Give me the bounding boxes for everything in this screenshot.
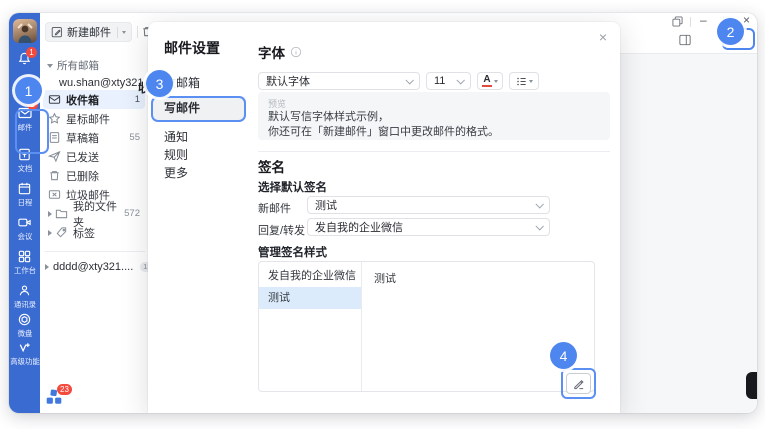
chevron-down-icon	[535, 200, 543, 208]
secondary-account[interactable]: dddd@xty321.... 135	[45, 251, 145, 273]
new-mail-signature-select[interactable]: 测试	[307, 196, 550, 214]
compose-label: 新建邮件	[67, 24, 111, 40]
layout-columns-icon[interactable]	[679, 34, 691, 46]
annotation-step-1: 1	[15, 77, 42, 104]
font-color-button[interactable]: A	[477, 72, 503, 90]
mailbox-group-all[interactable]: 所有邮箱	[47, 58, 99, 73]
font-family-select[interactable]: 默认字体	[258, 72, 420, 90]
manage-signature-title: 管理签名样式	[258, 244, 327, 260]
font-preview-box: 预览 默认写信字体样式示例， 你还可在「新建邮件」窗口中更改邮件的格式。	[258, 92, 610, 140]
color-bar	[482, 85, 492, 88]
sidebar-item-workbench[interactable]: 工作台	[9, 249, 40, 275]
choose-signature-title: 选择默认签名	[258, 179, 327, 195]
preview-line-1: 默认写信字体样式示例，	[268, 110, 600, 125]
font-section-title: 字体	[258, 42, 302, 62]
numbered-list-icon	[516, 76, 527, 87]
sidebar-item-label: 邮件	[17, 123, 32, 131]
sidebar-item-meeting[interactable]: 会议	[9, 215, 40, 241]
sidebar-item-label: 工作台	[13, 266, 35, 274]
modal-title: 邮件设置	[164, 38, 220, 58]
caret-right-icon	[48, 230, 52, 236]
chevron-down-icon	[456, 76, 464, 84]
preview-label: 预览	[268, 97, 600, 110]
section-divider	[258, 151, 610, 152]
titlebar-separator	[690, 17, 691, 27]
edit-signature-button[interactable]	[566, 373, 591, 394]
list-format-button[interactable]	[509, 72, 539, 90]
signature-preview-text: 测试	[374, 270, 396, 286]
nav-item-more[interactable]: 更多	[152, 164, 246, 182]
nav-item-compose[interactable]: 写邮件	[152, 96, 246, 120]
sidebar-item-contacts[interactable]: 通讯录	[9, 283, 40, 309]
signature-style-item-selected[interactable]: 测试	[259, 287, 361, 309]
compose-divider	[117, 27, 118, 38]
chevron-down-icon	[494, 80, 498, 83]
annotation-step-4: 4	[550, 342, 577, 369]
folder-row-myfolders[interactable]: 我的文件夹 572	[43, 204, 145, 223]
caret-down-icon	[47, 64, 53, 68]
toolbar-separator	[137, 26, 138, 38]
chevron-down-icon	[529, 80, 533, 83]
app-window: – □ × ··· 1 邮件 2 文档 日程 会议	[9, 13, 757, 413]
font-controls: 默认字体 11 A	[258, 72, 539, 90]
signature-section-title: 签名	[258, 156, 285, 176]
sidebar-item-docs[interactable]: 文档	[9, 147, 40, 173]
sidebar-item-label: 高级功能	[10, 357, 39, 365]
mail-folders-panel: 新建邮件 所有邮箱 wu.shan@xty321.... 收件箱 1 星标邮件	[40, 13, 148, 413]
nav-item-rules[interactable]: 规则	[152, 146, 246, 164]
folder-row-tags[interactable]: 标签	[43, 223, 145, 242]
close-window-button[interactable]: ×	[743, 13, 750, 29]
reply-signature-select[interactable]: 发自我的企业微信	[307, 218, 550, 236]
sidebar-item-label: 微盘	[17, 329, 32, 337]
avatar[interactable]	[13, 19, 37, 43]
edge-widget	[746, 372, 757, 399]
chevron-down-icon	[405, 76, 413, 84]
modal-close-icon[interactable]: ×	[594, 28, 612, 46]
reply-forward-label: 回复/转发	[258, 222, 305, 238]
annotation-step-3: 3	[146, 70, 173, 97]
info-icon[interactable]	[290, 46, 302, 58]
apps-badge: 23	[57, 384, 72, 395]
compose-button[interactable]: 新建邮件	[45, 22, 132, 42]
nav-item-notifications[interactable]: 通知	[152, 128, 246, 146]
font-size-select[interactable]: 11	[426, 72, 471, 90]
sidebar-item-label: 文档	[17, 164, 32, 172]
annotation-step-2: 2	[717, 18, 744, 45]
pencil-icon	[572, 377, 585, 390]
mail-settings-modal: 邮件设置 × 收邮箱 写邮件 通知 规则 更多 3 字体 默认字体 11	[148, 22, 620, 413]
chevron-down-icon	[535, 222, 543, 230]
minimize-button[interactable]: –	[700, 13, 707, 29]
signature-style-list: 发自我的企业微信 测试	[259, 262, 362, 391]
sidebar-item-label: 日程	[17, 198, 32, 206]
reading-pane	[609, 53, 757, 413]
new-mail-label: 新邮件	[258, 200, 291, 216]
folder-row-drafts[interactable]: 草稿箱 55	[43, 128, 145, 147]
folder-row-sent[interactable]: 已发送	[43, 147, 145, 166]
restore-window-icon[interactable]	[672, 16, 683, 32]
sidebar-item-calendar[interactable]: 日程	[9, 181, 40, 207]
sidebar-item-advanced[interactable]: 高级功能	[9, 340, 40, 366]
caret-right-icon	[45, 264, 49, 270]
signature-styles-panel: 发自我的企业微信 测试 测试	[258, 261, 595, 392]
folder-row-starred[interactable]: 星标邮件	[43, 109, 145, 128]
signature-style-item[interactable]: 发自我的企业微信	[259, 265, 361, 287]
sidebar-item-label: 通讯录	[13, 300, 35, 308]
caret-right-icon	[48, 211, 52, 217]
chevron-down-icon[interactable]	[122, 31, 126, 34]
folder-row-deleted[interactable]: 已删除	[43, 166, 145, 185]
bell-unread-badge: 1	[26, 47, 37, 58]
preview-line-2: 你还可在「新建邮件」窗口中更改邮件的格式。	[268, 125, 600, 140]
folder-list: 收件箱 1 星标邮件 草稿箱 55 已发送 已删除	[43, 90, 145, 242]
sidebar-item-drive[interactable]: 微盘	[9, 312, 40, 338]
app-sidebar: 1 邮件 2 文档 日程 会议 工作台 通讯录 微盘	[9, 13, 40, 413]
sidebar-item-label: 会议	[17, 232, 32, 240]
folder-row-inbox[interactable]: 收件箱 1	[43, 90, 145, 109]
